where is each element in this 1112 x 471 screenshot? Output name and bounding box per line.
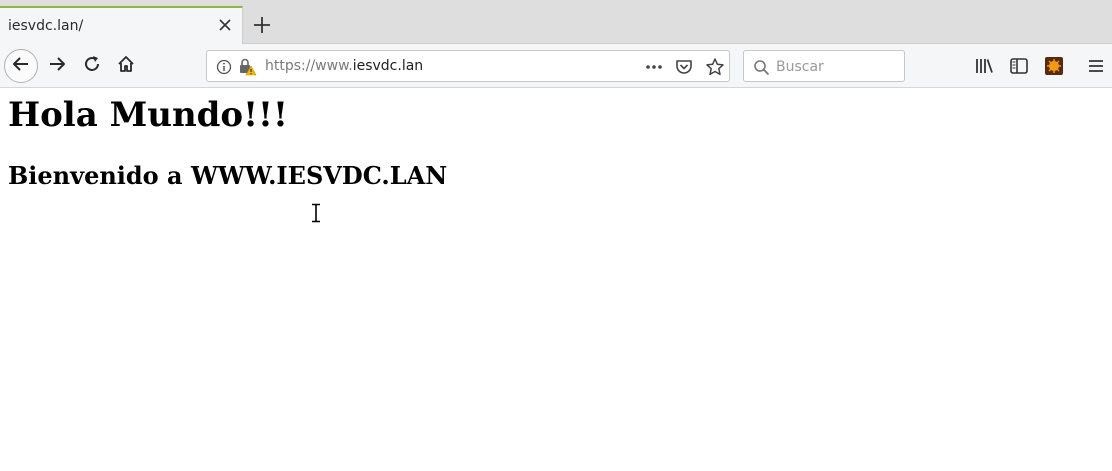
pocket-icon[interactable] <box>674 57 694 77</box>
info-icon[interactable] <box>215 58 233 76</box>
nav-toolbar: https://www.iesvdc.lan <box>0 44 1112 88</box>
library-icon[interactable] <box>973 56 995 76</box>
close-icon[interactable] <box>216 16 234 34</box>
back-button[interactable] <box>4 49 38 83</box>
page-subheading: Bienvenido a WWW.IESVDC.LAN <box>8 161 448 190</box>
back-arrow-icon <box>11 54 31 78</box>
tab-title: iesvdc.lan/ <box>8 18 84 34</box>
hamburger-menu-icon[interactable] <box>1085 56 1107 76</box>
url-prefix: https://www. <box>265 58 353 74</box>
plus-icon[interactable] <box>251 14 273 36</box>
home-button[interactable] <box>114 54 138 78</box>
tab-strip: iesvdc.lan/ <box>0 0 1112 44</box>
reload-button[interactable] <box>80 54 104 78</box>
page-heading: Hola Mundo!!! <box>8 95 288 135</box>
star-icon[interactable] <box>704 56 726 78</box>
forward-arrow-icon <box>47 54 67 78</box>
search-input[interactable] <box>776 57 896 77</box>
extension-icon[interactable] <box>1043 55 1065 77</box>
text-cursor-icon <box>310 203 322 227</box>
more-dots-icon[interactable] <box>644 57 664 77</box>
reload-icon <box>82 54 102 78</box>
search-icon <box>752 58 770 76</box>
page-content: Hola Mundo!!! Bienvenido a WWW.IESVDC.LA… <box>0 89 1112 471</box>
forward-button[interactable] <box>45 54 69 78</box>
tab-active[interactable]: iesvdc.lan/ <box>0 6 243 44</box>
url-bar[interactable]: https://www.iesvdc.lan <box>206 50 730 82</box>
lock-warning-icon[interactable] <box>237 57 257 77</box>
sidebar-icon[interactable] <box>1008 56 1030 76</box>
home-icon <box>116 54 136 78</box>
url-text[interactable]: https://www.iesvdc.lan <box>265 58 423 74</box>
url-host: iesvdc.lan <box>352 58 424 74</box>
search-bar[interactable] <box>743 50 905 82</box>
